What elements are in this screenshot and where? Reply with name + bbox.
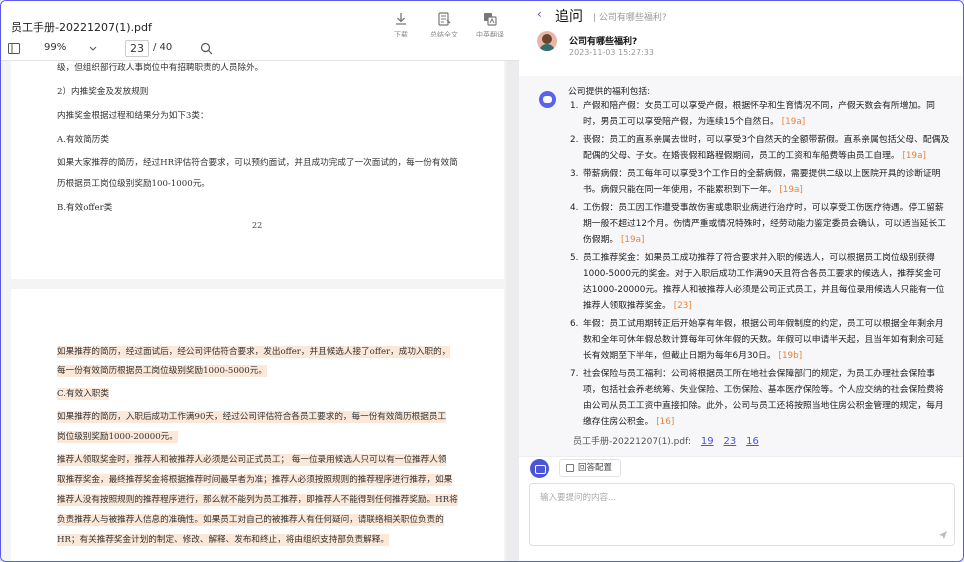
download-icon [396, 13, 406, 25]
source-file-label: 员工手册-20221207(1).pdf: [573, 437, 691, 447]
answer-item-number: 1. [570, 101, 579, 111]
user-avatar [537, 31, 557, 51]
search-icon[interactable] [200, 42, 213, 55]
user-question: 公司有哪些福利? [569, 37, 638, 47]
answer-intro: 公司提供的福利包括: [568, 87, 651, 97]
chat-title: 追问 [555, 9, 583, 25]
answer-list-item: 7. 社会保险与员工福利：公司将根据员工所在地社会保障部门的规定，为员工办理社会保… [570, 366, 950, 430]
translate-icon [484, 13, 497, 26]
pdf-text-line: 内推奖金根据过程和结果分为如下3类： [57, 111, 209, 121]
answer-item-text: 员工推荐奖金：如果员工成功推荐了符合要求并入职的候选人，可以根据员工岗位级别获得… [583, 253, 945, 311]
divider [519, 456, 963, 457]
bot-avatar-icon [539, 91, 556, 108]
answer-item-text: 丧假：员工的直系亲属去世时，可以享受3个自然天的全额带薪假。直系亲属包括父母、配… [583, 135, 950, 161]
highlighted-text-line: 如果推荐的简历，入职后成功工作满90天，经过公司评估符合各员工要求的，每一份有效… [57, 411, 447, 423]
pdf-text-line: 历根据员工岗位级别奖励100-1000元。 [57, 179, 210, 189]
pdf-page: 如果推荐的简历，经过面试后，经公司评估符合要求，发出offer，并且候选人接了o… [11, 289, 504, 561]
download-button[interactable]: 下载 [381, 11, 421, 40]
source-page-link[interactable]: 19 [701, 436, 714, 447]
citation-link[interactable]: [19a] [779, 185, 802, 195]
highlighted-text-line: 推荐人领取奖金时，推荐人和被推荐人必须是公司正式员工； 每一位录用候选人只可以有… [57, 454, 447, 466]
answer-list-item: 6. 年假：员工试用期转正后开始享有年假，根据公司年假制度的约定，员工可以根据全年… [570, 316, 950, 364]
config-icon [566, 464, 574, 472]
highlighted-text-line: 推荐人没有按照规则的推荐程序进行，那么就不能列为员工推荐，即推荐人不能得到任何推… [57, 494, 458, 506]
source-reference: 员工手册-20221207(1).pdf: 19 23 16 [573, 434, 759, 447]
answer-item-number: 5. [570, 253, 579, 263]
pdf-filename: 员工手册-20221207(1).pdf [11, 21, 152, 34]
citation-link[interactable]: [19a] [621, 235, 644, 245]
question-timestamp: 2023-11-03 15:27:33 [569, 48, 654, 57]
pdf-text-line: 2）内推奖金及发放规则 [57, 87, 149, 97]
page-number-input[interactable]: 23 [125, 40, 149, 57]
pdf-page-number: 22 [252, 221, 263, 230]
highlighted-text-line: HR；有关推荐奖金计划的制定、修改、解释、发布和终止，将由组织支持部负责解释。 [57, 534, 389, 546]
chat-header: ‹ 追问 | 公司有哪些福利? [519, 1, 963, 31]
back-arrow-icon[interactable]: ‹ [537, 7, 542, 21]
pdf-scrollbar[interactable] [506, 61, 519, 561]
answer-list-item: 3. 带薪病假：员工每年可以享受3个工作日的全薪病假，需要提供二级以上医院开具的诊… [570, 166, 950, 198]
highlighted-text-line: C.有效入职类 [57, 388, 109, 400]
source-page-link[interactable]: 16 [746, 436, 759, 447]
pdf-toolbar: 99% 23 / 40 [1, 37, 519, 61]
answer-list-item: 2. 丧假：员工的直系亲属去世时，可以享受3个自然天的全额带薪假。直系亲属包括父母… [570, 132, 950, 164]
pdf-text-line: 级，但组织部行政人事岗位中有招聘职责的人员除外。 [57, 63, 264, 73]
pdf-header: 员工手册-20221207(1).pdf 下载 总结全文 中英翻译 [1, 1, 519, 40]
answer-list-item: 5. 员工推荐奖金：如果员工成功推荐了符合要求并入职的候选人，可以根据员工岗位级别… [570, 250, 950, 314]
answer-item-text: 产假和陪产假：女员工可以享受产假，根据怀孕和生育情况不同，产假天数会有所增加。同… [583, 101, 935, 127]
highlighted-text-line: 每一份有效简历根据员工岗位级别奖励1000-5000元。 [57, 365, 267, 377]
answer-message: 公司提供的福利包括: 1. 产假和陪产假：女员工可以享受产假，根据怀孕和生育情况不… [519, 76, 963, 456]
answer-item-text: 带薪病假：员工每年可以享受3个工作日的全薪病假，需要提供二级以上医院开具的诊断证… [583, 169, 941, 195]
answer-config-label: 回答配置 [578, 463, 613, 473]
highlighted-text-line: 如果推荐的简历，经过面试后，经公司评估符合要求，发出offer，并且候选人接了o… [57, 346, 451, 358]
pdf-text-line: B.有效offer类 [57, 203, 113, 213]
answer-item-text: 社会保险与员工福利：公司将根据员工所在地社会保障部门的规定，为员工办理社会保险事… [583, 369, 944, 427]
answer-item-text: 年假：员工试用期转正后开始享有年假，根据公司年假制度的约定，员工可以根据全年剩余… [583, 319, 944, 361]
chat-subtitle: | 公司有哪些福利? [593, 13, 667, 23]
citation-link[interactable]: [19a] [782, 117, 805, 127]
total-pages: / 40 [153, 42, 173, 53]
answer-config-button[interactable]: 回答配置 [559, 459, 621, 477]
send-icon[interactable] [938, 530, 948, 540]
question-input[interactable] [530, 484, 954, 545]
citation-link[interactable]: [19a] [903, 151, 926, 161]
pdf-viewer: 员工手册-20221207(1).pdf 下载 总结全文 中英翻译 99% 23… [1, 1, 519, 561]
answer-item-number: 6. [570, 319, 579, 329]
answer-item-number: 7. [570, 369, 579, 379]
citation-link[interactable]: [23] [674, 301, 692, 311]
highlighted-text-line: 取推荐奖金，最终推荐奖金将根据推荐时间最早者为准；推荐人必须按照规则的推荐程序进… [57, 474, 453, 486]
answer-list-item: 4. 工伤假：员工因工作遭受事故伤害或患职业病进行治疗时，可以享受工伤医疗待遇。停… [570, 200, 950, 248]
pdf-text-line: 如果大家推荐的简历，经过HR评估符合要求，可以预约面试，并且成功完成了一次面试的… [57, 158, 458, 168]
zoom-level[interactable]: 99% [44, 42, 66, 53]
citation-link[interactable]: [16] [656, 417, 674, 427]
answer-list: 1. 产假和陪产假：女员工可以享受产假，根据怀孕和生育情况不同，产假天数会有所增加… [570, 98, 950, 432]
highlighted-text-line: 负责推荐人与被推荐人信息的准确性。如果员工对自己的被推荐人有任何疑问，请联络相关… [57, 514, 444, 526]
summary-icon [438, 12, 451, 26]
summary-button[interactable]: 总结全文 [424, 11, 464, 40]
translate-button[interactable]: 中英翻译 [470, 11, 510, 40]
source-page-link[interactable]: 23 [723, 436, 736, 447]
sidebar-toggle-icon[interactable] [8, 43, 20, 54]
highlighted-text-line: 岗位级别奖励1000-20000元。 [57, 431, 178, 443]
answer-list-item: 1. 产假和陪产假：女员工可以享受产假，根据怀孕和生育情况不同，产假天数会有所增加… [570, 98, 950, 130]
chevron-down-icon[interactable] [89, 46, 97, 51]
chat-panel: ‹ 追问 | 公司有哪些福利? 公司有哪些福利? 2023-11-03 15:2… [519, 1, 963, 561]
assistant-icon[interactable] [530, 459, 549, 478]
pdf-text-line: A.有效简历类 [57, 135, 109, 145]
app-window: 员工手册-20221207(1).pdf 下载 总结全文 中英翻译 99% 23… [0, 0, 964, 562]
question-input-box [529, 483, 955, 546]
answer-item-number: 4. [570, 203, 579, 213]
citation-link[interactable]: [19b] [779, 351, 803, 361]
answer-item-number: 3. [570, 169, 579, 179]
answer-item-number: 2. [570, 135, 579, 145]
pdf-page: 级，但组织部行政人事岗位中有招聘职责的人员除外。 2）内推奖金及发放规则 内推奖… [11, 61, 504, 279]
